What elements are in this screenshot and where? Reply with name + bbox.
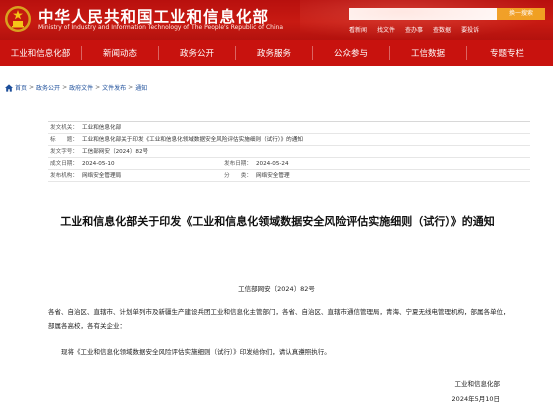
body-paragraph: 现将《工业和信息化领域数据安全风险评估实施细则（试行）》印发给你们，请认真遵照执… (61, 348, 331, 356)
meta-row-agency: 发布机构： 网络安全管理局 分 类： 网络安全管理 (48, 170, 530, 182)
signature-date: 2024年5月10日 (451, 395, 500, 403)
nav-item-services[interactable]: 政务服务 (236, 47, 312, 59)
nav-item-ministry[interactable]: 工业和信息化部 (0, 47, 81, 59)
breadcrumb-gov-files[interactable]: 政府文件 (69, 83, 93, 92)
meta-row-docno: 发文字号： 工信部网安〔2024〕82号 (48, 146, 530, 158)
national-emblem-icon[interactable] (4, 5, 32, 33)
breadcrumb-home[interactable]: 首页 (15, 83, 27, 92)
quick-link-files[interactable]: 找文件 (377, 25, 395, 34)
nav-item-topics[interactable]: 专题专栏 (467, 47, 547, 59)
search-input[interactable] (349, 8, 500, 20)
quick-link-news[interactable]: 看新闻 (349, 25, 367, 34)
breadcrumb-separator: > (95, 84, 101, 91)
nav-item-participation[interactable]: 公众参与 (313, 47, 389, 59)
written-date-label: 成文日期： (50, 161, 78, 167)
nav-item-public-affairs[interactable]: 政务公开 (159, 47, 235, 59)
document-number: 工信部网安〔2024〕82号 (238, 285, 315, 293)
quick-link-services[interactable]: 查办事 (405, 25, 423, 34)
breadcrumb-separator: > (29, 84, 35, 91)
document-title: 工业和信息化部关于印发《工业和信息化领域数据安全风险评估实施细则（试行）》的通知 (60, 215, 495, 228)
docno-label: 发文字号： (50, 149, 78, 155)
breadcrumb-separator: > (62, 84, 68, 91)
search-button[interactable]: 换一搜索 (497, 8, 545, 20)
docno-value: 工信部网安〔2024〕82号 (82, 149, 149, 155)
breadcrumb-public-affairs[interactable]: 政务公开 (36, 83, 60, 92)
quick-links: 看新闻 找文件 查办事 查数据 要投诉 (349, 25, 479, 34)
main-nav: 工业和信息化部 新闻动态 政务公开 政务服务 公众参与 工信数据 专题专栏 (0, 40, 553, 66)
meta-row-title: 标 题： 工业和信息化部关于印发《工业和信息化领域数据安全风险评估实施细则（试行… (48, 134, 530, 146)
breadcrumb: 首页 > 政务公开 > 政府文件 > 文件发布 > 通知 (0, 83, 147, 92)
written-date-value: 2024-05-10 (82, 161, 115, 167)
breadcrumb-notice[interactable]: 通知 (135, 83, 147, 92)
title-label: 标 题： (50, 137, 78, 143)
issuer-value: 工业和信息化部 (82, 125, 122, 131)
published-date-label: 发布日期： (224, 161, 252, 167)
recipients-paragraph: 各省、自治区、直辖市、计划单列市及新疆生产建设兵团工业和信息化主管部门，各省、自… (48, 308, 510, 330)
document-meta-table: 发文机关： 工业和信息化部 标 题： 工业和信息化部关于印发《工业和信息化领域数… (48, 121, 530, 182)
quick-link-complaint[interactable]: 要投诉 (461, 25, 479, 34)
meta-row-dates: 成文日期： 2024-05-10 发布日期： 2024-05-24 (48, 158, 530, 170)
home-icon (5, 83, 13, 92)
site-subtitle: Ministry of Industry and Information Tec… (38, 24, 284, 31)
issuer-label: 发文机关： (50, 125, 78, 131)
signature: 工业和信息化部 (454, 380, 501, 388)
agency-value: 网络安全管理局 (82, 173, 122, 179)
nav-item-news[interactable]: 新闻动态 (82, 47, 158, 59)
meta-row-issuer: 发文机关： 工业和信息化部 (48, 122, 530, 134)
category-value: 网络安全管理 (256, 173, 290, 179)
nav-item-data[interactable]: 工信数据 (390, 47, 466, 59)
quick-link-data[interactable]: 查数据 (433, 25, 451, 34)
site-header: 中华人民共和国工业和信息化部 Ministry of Industry and … (0, 0, 553, 40)
category-label: 分 类： (224, 173, 252, 179)
breadcrumb-separator: > (128, 84, 134, 91)
breadcrumb-file-release[interactable]: 文件发布 (102, 83, 126, 92)
title-value: 工业和信息化部关于印发《工业和信息化领域数据安全风险评估实施细则（试行）》的通知 (82, 137, 303, 143)
agency-label: 发布机构： (50, 173, 78, 179)
published-date-value: 2024-05-24 (256, 161, 289, 167)
